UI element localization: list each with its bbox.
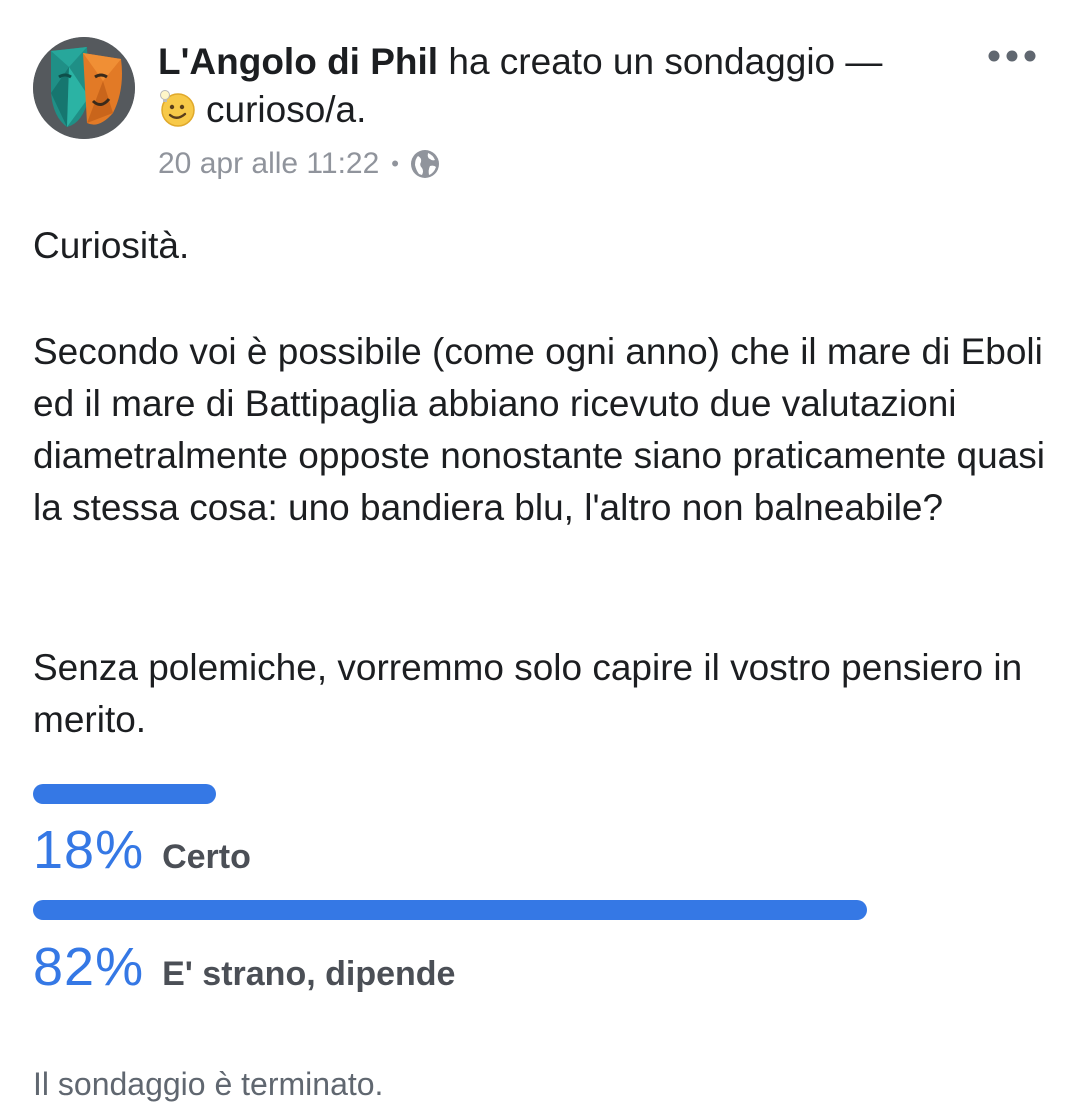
poll-option-percent: 82% (33, 937, 145, 997)
theater-mask-logo (33, 37, 135, 139)
separator-dot: • (391, 151, 399, 176)
more-options-button[interactable] (984, 40, 1040, 72)
smiling-face-with-lightbulb-icon (158, 88, 198, 128)
poll-bar-fill (33, 900, 868, 920)
poll-bar-track (33, 784, 1043, 804)
timestamp[interactable]: 20 apr alle 11:22 (158, 144, 379, 184)
post-paragraph-2: Secondo voi è possibile (come ogni anno)… (33, 331, 1045, 528)
post-paragraph-1: Curiosità. (33, 225, 190, 266)
poll-status: Il sondaggio è terminato. (33, 1066, 384, 1102)
poll-post: L'Angolo di Phil ha creato un sondaggio … (0, 0, 1080, 1103)
post-meta: 20 apr alle 11:22 • (158, 144, 441, 184)
poll-bar-fill (33, 784, 217, 804)
poll-option-percent: 18% (33, 820, 145, 880)
poll-option[interactable]: 82% E' strano, dipende (33, 937, 455, 997)
post-paragraph-3: Senza polemiche, vorremmo solo capire il… (33, 647, 1023, 740)
globe-icon[interactable] (409, 148, 441, 180)
more-dots-icon (988, 50, 1036, 62)
author-name[interactable]: L'Angolo di Phil (158, 41, 438, 82)
action-text: ha creato un sondaggio — (438, 41, 883, 82)
poll-option-label: E' strano, dipende (162, 955, 456, 993)
poll-bar-track (33, 900, 1043, 920)
poll-option-label: Certo (162, 838, 251, 876)
avatar[interactable] (33, 37, 135, 139)
poll-option[interactable]: 18% Certo (33, 820, 251, 880)
activity-label[interactable]: curioso/a. (206, 89, 366, 130)
post-header: L'Angolo di Phil ha creato un sondaggio … (158, 38, 958, 134)
